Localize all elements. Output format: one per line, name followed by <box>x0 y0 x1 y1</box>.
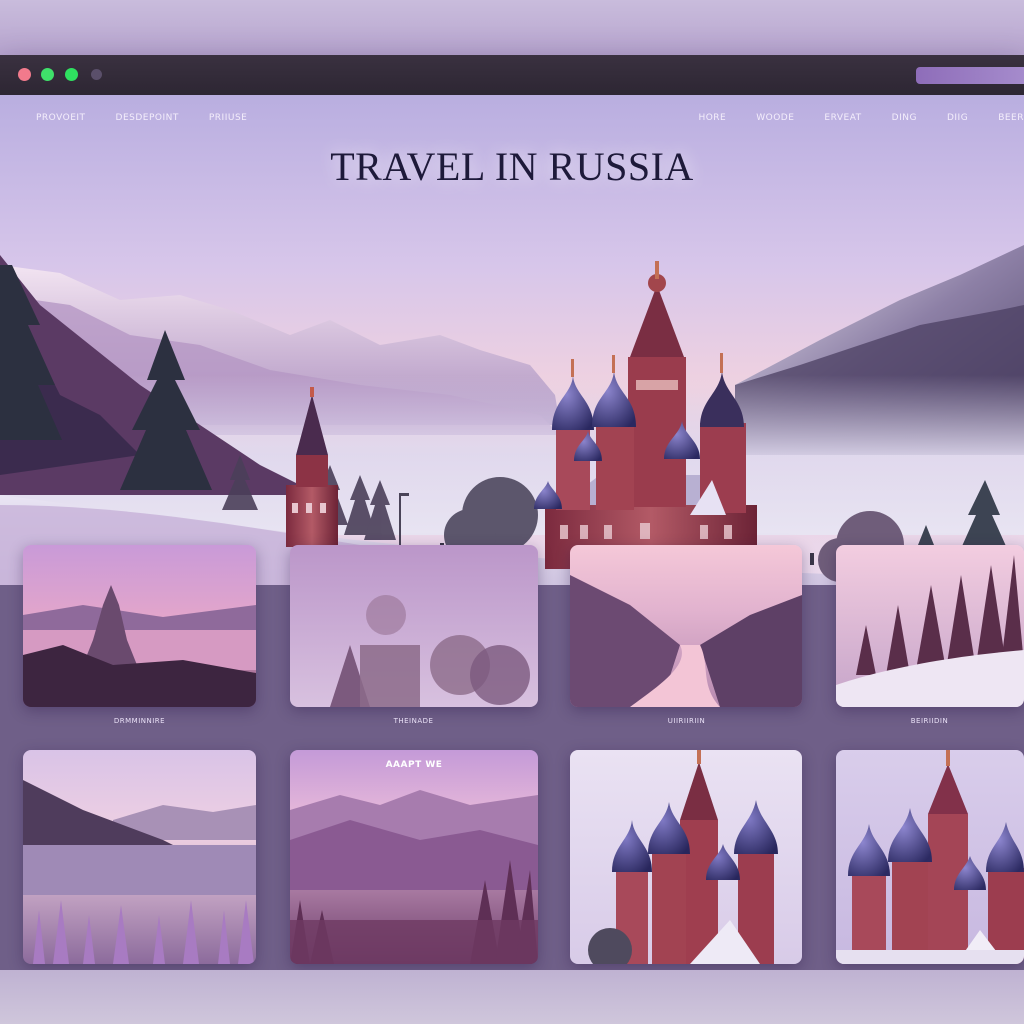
gallery-image <box>570 750 802 964</box>
maximize-window-button[interactable] <box>65 68 78 81</box>
gallery-card-foggy-forest[interactable] <box>290 545 538 707</box>
gallery-image <box>23 750 256 964</box>
gallery-card-cathedral-closeup[interactable] <box>836 750 1024 964</box>
gallery-card-mountain-lake[interactable] <box>23 750 256 964</box>
nav-link-0[interactable]: PROVOEIT <box>36 113 86 123</box>
card-caption: BEIRIIDIN <box>910 717 949 725</box>
card-caption: THEINADE <box>393 717 434 725</box>
nav-right: HORE WOODE ERVEAT DING DIIG BEER <box>698 113 1024 123</box>
nav-left: PROVOEIT DESDEPOINT PRIIUSE <box>36 113 247 123</box>
address-bar[interactable] <box>916 67 1024 84</box>
browser-titlebar <box>0 55 1024 95</box>
nav-link-6[interactable]: DIIG <box>947 113 968 123</box>
desktop-bottom <box>0 970 1024 1024</box>
card-caption: UIIRIIRIIN <box>667 717 706 725</box>
hero-section: PROVOEIT DESDEPOINT PRIIUSE HORE WOODE E… <box>0 95 1024 585</box>
browser-window: PROVOEIT DESDEPOINT PRIIUSE HORE WOODE E… <box>0 55 1024 970</box>
nav-link-3[interactable]: WOODE <box>756 113 794 123</box>
nav-link-7[interactable]: BEER <box>998 113 1024 123</box>
nav-link-1[interactable]: DESDEPOINT <box>116 113 179 123</box>
gallery-card-river-valley[interactable] <box>570 545 802 707</box>
nav-link-4[interactable]: ERVEAT <box>824 113 861 123</box>
gallery-card-purple-mountains[interactable]: AAAPT WE <box>290 750 538 964</box>
gallery-card-cathedral[interactable] <box>570 750 802 964</box>
gallery-image <box>836 545 1024 707</box>
nav-link-home[interactable]: HORE <box>698 113 726 123</box>
window-extra-button[interactable] <box>91 69 102 80</box>
gallery-image <box>836 750 1024 964</box>
nav-link-2[interactable]: PRIIUSE <box>209 113 247 123</box>
gallery-image <box>570 545 802 707</box>
minimize-window-button[interactable] <box>41 68 54 81</box>
gallery-card-lake-castle[interactable] <box>23 545 256 707</box>
gallery-image <box>23 545 256 707</box>
nav-link-5[interactable]: DING <box>892 113 917 123</box>
gallery-image <box>290 545 538 707</box>
gallery-card-snowy-pines[interactable] <box>836 545 1024 707</box>
close-window-button[interactable] <box>18 68 31 81</box>
card-overlay-title: AAAPT WE <box>385 760 443 770</box>
card-caption: DRMMINNIRE <box>113 717 166 725</box>
page-title: TRAVEL IN RUSSIA <box>330 144 694 189</box>
gallery-image <box>290 750 538 964</box>
